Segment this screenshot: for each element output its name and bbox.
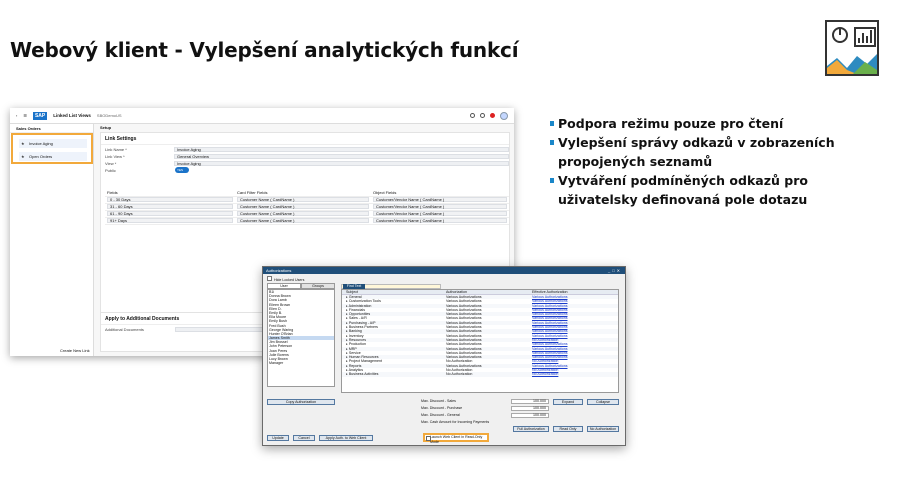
- object-field-select[interactable]: Customer/Vendor Name ( CardName ): [373, 204, 507, 209]
- table-row[interactable]: 0 - 30 Days Customer Name ( CardName ) Cus…: [105, 196, 509, 204]
- discount-label: Max. Discount - General: [421, 413, 460, 417]
- max-cash-checkbox[interactable]: Max. Cash Amount for Incoming Payments: [421, 420, 551, 425]
- object-field-select[interactable]: Customer/Vendor Name ( CardName ): [373, 197, 507, 202]
- form-row: View * Invoice Aging: [101, 160, 509, 166]
- pie-chart-icon: [832, 27, 848, 43]
- authorization-tree: Subject Authorization Effective Authoriz…: [341, 289, 619, 393]
- link-name-field[interactable]: Invoice Aging: [173, 146, 509, 152]
- field-label: Link Name *: [105, 146, 127, 152]
- column-header: Fields: [105, 189, 235, 197]
- tree-row[interactable]: Business ActivitiesNo AuthorizationNo Au…: [342, 372, 618, 377]
- field-select[interactable]: 61 - 90 Days: [107, 211, 233, 216]
- update-button[interactable]: Update: [267, 435, 289, 441]
- table-header-row: Fields Card Filter Fields Object Fields: [105, 189, 509, 197]
- discount-row: Max. Discount - Purchase 100.000: [421, 406, 551, 411]
- notification-icon[interactable]: [490, 113, 495, 118]
- list-item[interactable]: Manager: [268, 361, 334, 365]
- feature-item: Podpora režimu pouze pro čtení: [550, 114, 890, 133]
- sap-logo: SAP: [32, 111, 48, 120]
- dialog-title-bar: Authorizations _□✕: [263, 267, 625, 274]
- column-header: Subject: [346, 290, 358, 294]
- field-select[interactable]: 31 - 60 Days: [107, 204, 233, 209]
- discount-value[interactable]: 100.000: [511, 413, 549, 418]
- link-view-select[interactable]: General Overview: [173, 153, 509, 159]
- table-row[interactable]: 61 - 90 Days Customer Name ( CardName ) Cu…: [105, 210, 509, 218]
- field-label: Public: [105, 167, 116, 173]
- dialog-title: Authorizations: [266, 268, 292, 273]
- feature-item: Vylepšení správy odkazů v zobrazeních pr…: [550, 133, 890, 171]
- additional-documents-field[interactable]: [175, 326, 275, 332]
- field-select[interactable]: 91+ Days: [107, 218, 233, 223]
- bar-chart-icon: [854, 27, 876, 47]
- discount-label: Max. Discount - Purchase: [421, 406, 463, 410]
- hide-locked-checkbox[interactable]: Hide Locked Users: [267, 276, 304, 282]
- field-label: View *: [105, 160, 117, 166]
- table-row[interactable]: 31 - 60 Days Customer Name ( CardName ) Cu…: [105, 203, 509, 211]
- section-title: Link Settings: [101, 133, 509, 145]
- sidebar: Sales Orders Invoice Aging Open Orders C…: [10, 124, 94, 356]
- column-header: Object Fields: [371, 189, 509, 197]
- window-controls[interactable]: _□✕: [608, 267, 622, 274]
- collapse-button[interactable]: Collapse: [587, 399, 619, 405]
- search-icon[interactable]: [470, 113, 475, 118]
- object-field-select[interactable]: Customer/Vendor Name ( CardName ): [373, 218, 507, 223]
- read-only-button[interactable]: Read Only: [553, 426, 583, 432]
- feature-item: Vytváření podmíněných odkazů pro uživate…: [550, 171, 890, 209]
- full-authorization-button[interactable]: Full Authorization: [513, 426, 549, 432]
- discount-value[interactable]: 100.000: [511, 399, 549, 404]
- link-fields-table: Fields Card Filter Fields Object Fields …: [105, 189, 509, 225]
- card-filter-select[interactable]: Customer Name ( CardName ): [237, 204, 369, 209]
- mountain-graphic-icon: [827, 54, 877, 74]
- effective-authorization-link[interactable]: No Authorization: [532, 372, 612, 376]
- cancel-button[interactable]: Cancel: [293, 435, 315, 441]
- field-label: Link View *: [105, 153, 125, 159]
- discount-value[interactable]: 100.000: [511, 406, 549, 411]
- discount-row: Max. Discount - General 100.000: [421, 413, 551, 418]
- no-authorization-button[interactable]: No Authorization: [587, 426, 619, 432]
- menu-icon[interactable]: ☰: [23, 113, 27, 118]
- authorization-cell[interactable]: No Authorization: [446, 372, 532, 376]
- slide-title: Webový klient - Vylepšení analytických f…: [10, 38, 519, 62]
- apply-auth-web-client-button[interactable]: Apply Auth. to Web Client: [319, 435, 373, 441]
- column-header: Card Filter Fields: [235, 189, 371, 197]
- sidebar-highlight: Invoice Aging Open Orders: [11, 133, 93, 164]
- settings-icon[interactable]: [480, 113, 485, 118]
- authorizations-dialog: Authorizations _□✕ Hide Locked Users Use…: [262, 266, 626, 446]
- copy-authorization-button[interactable]: Copy Authorization: [267, 399, 335, 405]
- sidebar-title: Sales Orders: [10, 124, 93, 133]
- column-header: Effective Authorization: [532, 290, 568, 294]
- form-row: Link Name * Invoice Aging: [101, 146, 509, 152]
- app-title: Linked List Views: [53, 113, 91, 118]
- discount-label: Max. Discount - Sales: [421, 399, 456, 403]
- breadcrumb: Setup: [100, 125, 112, 130]
- field-select[interactable]: 0 - 30 Days: [107, 197, 233, 202]
- subject-cell: Business Activities: [342, 372, 446, 376]
- column-header: Authorization: [446, 290, 467, 294]
- field-label: Additional Documents: [105, 326, 144, 332]
- form-row: Link View * General Overview: [101, 153, 509, 159]
- table-row[interactable]: 91+ Days Customer Name ( CardName ) Custom…: [105, 217, 509, 225]
- company-name: SBODemoUS: [96, 113, 122, 118]
- analytics-logo-icon: [825, 20, 879, 76]
- card-filter-select[interactable]: Customer Name ( CardName ): [237, 218, 369, 223]
- create-link-button[interactable]: Create New Link: [60, 348, 90, 353]
- public-toggle[interactable]: YES: [175, 167, 189, 173]
- card-filter-select[interactable]: Customer Name ( CardName ): [237, 197, 369, 202]
- sidebar-item-open-orders[interactable]: Open Orders: [19, 152, 87, 161]
- discount-row: Max. Discount - Sales 100.000: [421, 399, 551, 404]
- feature-list: Podpora režimu pouze pro čtení Vylepšení…: [550, 114, 890, 209]
- sidebar-item-invoice-aging[interactable]: Invoice Aging: [19, 139, 87, 148]
- object-field-select[interactable]: Customer/Vendor Name ( CardName ): [373, 211, 507, 216]
- view-select[interactable]: Invoice Aging: [173, 160, 509, 166]
- user-list: B1i Donna Brown Dora Lamb Eileen Brown E…: [267, 289, 335, 387]
- card-filter-select[interactable]: Customer Name ( CardName ): [237, 211, 369, 216]
- expand-button[interactable]: Expand: [553, 399, 583, 405]
- avatar[interactable]: [500, 111, 508, 120]
- back-icon[interactable]: ‹: [16, 113, 17, 118]
- launch-read-only-checkbox[interactable]: Launch Web Client in Read-Only Mode: [423, 433, 489, 444]
- shell-bar: ‹ ☰ SAP Linked List Views SBODemoUS: [10, 108, 514, 124]
